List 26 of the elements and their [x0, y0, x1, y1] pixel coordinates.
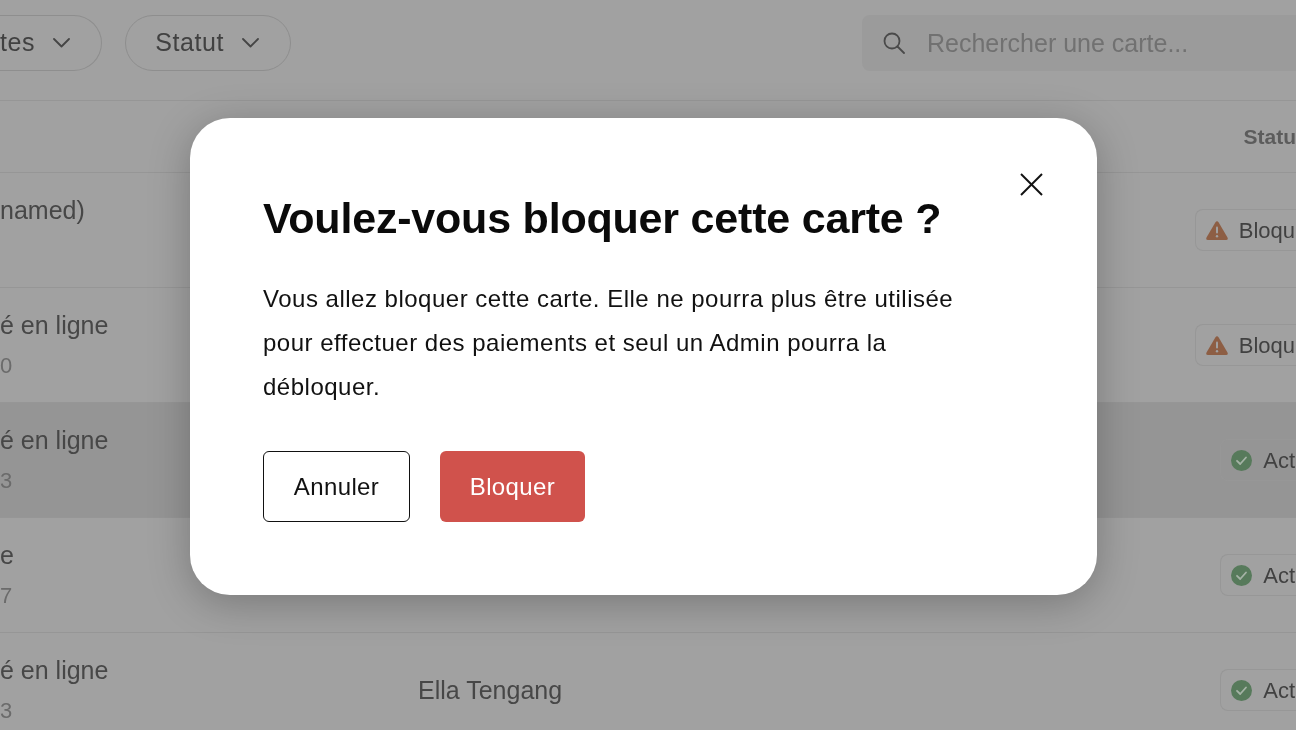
table-cell: e — [0, 540, 14, 570]
chevron-down-icon — [53, 38, 71, 48]
dialog-title: Voulez-vous bloquer cette carte ? — [263, 193, 942, 244]
status-label: Act — [1263, 446, 1295, 475]
dialog-message: Vous allez bloquer cette carte. Elle ne pourra plus être utilisée pour effectuer des paiements et seul un Admin pourra la débloquer. — [263, 284, 955, 402]
table-cell: é en ligne — [0, 425, 109, 455]
check-circle-icon — [1231, 564, 1253, 586]
status-label: Act — [1263, 561, 1295, 590]
close-icon — [1020, 173, 1043, 196]
check-circle-icon — [1231, 449, 1253, 471]
status-label: Act — [1263, 676, 1295, 705]
table-cell: Ella Tengang — [418, 675, 563, 705]
cancel-button[interactable]: Annuler — [263, 451, 410, 522]
table-cell: é en ligne — [0, 655, 109, 685]
warning-icon — [1205, 220, 1228, 240]
block-button[interactable]: Bloquer — [440, 451, 585, 522]
table-cell: named) — [0, 195, 85, 225]
table-cell: é en ligne — [0, 310, 109, 340]
status-label: Bloqu — [1238, 216, 1295, 245]
warning-icon — [1205, 335, 1228, 355]
close-button[interactable] — [1020, 173, 1043, 196]
check-circle-icon — [1231, 679, 1253, 701]
chevron-down-icon — [242, 38, 260, 48]
status-label: Bloqu — [1238, 331, 1295, 360]
column-header: Statu — [1243, 123, 1296, 150]
search-icon — [883, 32, 905, 54]
